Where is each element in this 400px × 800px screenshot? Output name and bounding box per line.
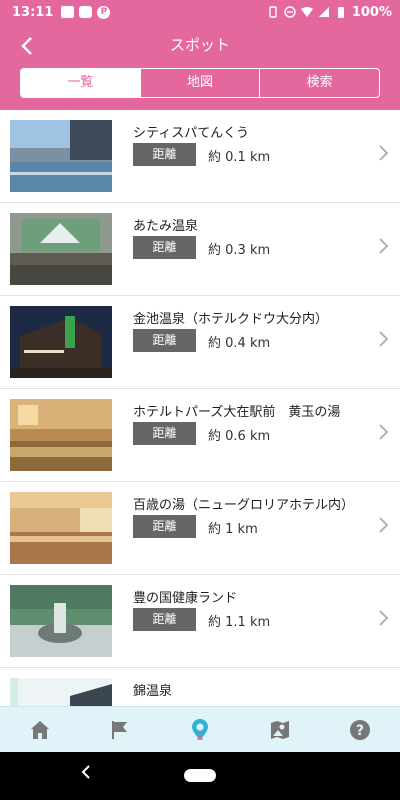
signal-icon — [318, 7, 329, 17]
system-back-icon — [81, 765, 90, 779]
distance-badge: 距離 — [133, 329, 196, 352]
p-notification-icon: P — [97, 5, 111, 19]
notification-icons: P — [61, 5, 111, 19]
spot-name: 金池温泉（ホテルクドウ大分内） — [133, 312, 329, 327]
app-notification-icon — [79, 6, 93, 18]
spot-row[interactable]: 金池温泉（ホテルクドウ大分内） 距離 約 0.4 km — [0, 296, 400, 389]
map-icon — [271, 720, 289, 739]
battery-level: 100% — [351, 4, 392, 20]
distance-badge: 距離 — [133, 515, 196, 538]
bottom-nav: ? — [0, 706, 400, 752]
chevron-right-icon — [379, 145, 389, 161]
spot-name: ホテルトパーズ大在駅前 黄玉の湯 — [133, 405, 341, 420]
spot-thumbnail — [10, 120, 112, 192]
system-status: 100% — [267, 5, 392, 20]
spot-thumbnail — [10, 306, 112, 378]
nav-help[interactable]: ? — [320, 707, 400, 752]
map-pin-icon — [192, 718, 208, 740]
page-title: スポット — [169, 36, 230, 54]
distance-badge: 距離 — [133, 608, 196, 631]
nav-flag[interactable] — [80, 707, 160, 752]
chevron-right-icon — [379, 424, 389, 440]
status-bar: 13:11 P 100% — [0, 0, 400, 24]
chevron-right-icon — [379, 610, 389, 626]
spot-thumbnail — [10, 492, 112, 564]
spot-name: 百歳の湯（ニューグロリアホテル内） — [133, 498, 355, 513]
spot-thumbnail — [10, 213, 112, 285]
system-nav-bar — [0, 752, 400, 800]
spot-row[interactable]: シティスパてんくう 距離 約 0.1 km — [0, 110, 400, 203]
wifi-icon — [300, 7, 313, 17]
distance-badge: 距離 — [133, 236, 196, 259]
chevron-right-icon — [379, 238, 389, 254]
spot-thumbnail — [10, 399, 112, 471]
flag-icon — [112, 720, 127, 739]
spot-row[interactable]: 百歳の湯（ニューグロリアホテル内） 距離 約 1 km — [0, 482, 400, 575]
spot-thumbnail — [10, 678, 112, 706]
help-icon: ? — [350, 719, 370, 740]
vibrate-icon — [269, 6, 277, 18]
dnd-icon — [284, 6, 296, 18]
spot-row[interactable]: ホテルトパーズ大在駅前 黄玉の湯 距離 約 0.6 km — [0, 389, 400, 482]
distance-value: 約 0.6 km — [208, 429, 271, 444]
spot-name: あたみ温泉 — [133, 219, 199, 234]
distance-value: 約 0.3 km — [208, 243, 271, 258]
chevron-right-icon — [379, 517, 389, 533]
tab-list[interactable]: 一覧 — [21, 69, 141, 97]
distance-value: 約 1.1 km — [208, 615, 271, 630]
tab-map[interactable]: 地図 — [141, 69, 261, 97]
battery-icon — [337, 7, 344, 18]
spot-thumbnail — [10, 585, 112, 657]
image-notification-icon — [61, 6, 75, 18]
chevron-right-icon — [379, 331, 389, 347]
home-icon — [31, 720, 49, 739]
spot-name: 錦温泉 — [133, 684, 173, 699]
svg-text:?: ? — [356, 723, 364, 739]
distance-value: 約 1 km — [208, 522, 258, 537]
spot-name: 豊の国健康ランド — [133, 591, 238, 606]
nav-spot[interactable] — [160, 707, 240, 752]
distance-value: 約 0.1 km — [208, 150, 271, 165]
distance-badge: 距離 — [133, 143, 196, 166]
app-header: スポット 一覧 地図 検索 — [0, 24, 400, 110]
spot-name: シティスパてんくう — [133, 126, 249, 141]
view-tabs: 一覧 地図 検索 — [20, 68, 380, 98]
nav-home[interactable] — [0, 707, 80, 752]
distance-value: 約 0.4 km — [208, 336, 271, 351]
spot-row[interactable]: 錦温泉 — [0, 668, 400, 706]
system-back-button[interactable] — [80, 764, 92, 785]
spot-row[interactable]: あたみ温泉 距離 約 0.3 km — [0, 203, 400, 296]
distance-badge: 距離 — [133, 422, 196, 445]
status-time: 13:11 — [12, 4, 54, 20]
spot-row[interactable]: 豊の国健康ランド 距離 約 1.1 km — [0, 575, 400, 668]
nav-map[interactable] — [240, 707, 320, 752]
spot-list: シティスパてんくう 距離 約 0.1 km あたみ温泉 距離 約 0.3 km — [0, 110, 400, 706]
tab-search[interactable]: 検索 — [260, 69, 379, 97]
system-home-button[interactable] — [184, 769, 216, 782]
